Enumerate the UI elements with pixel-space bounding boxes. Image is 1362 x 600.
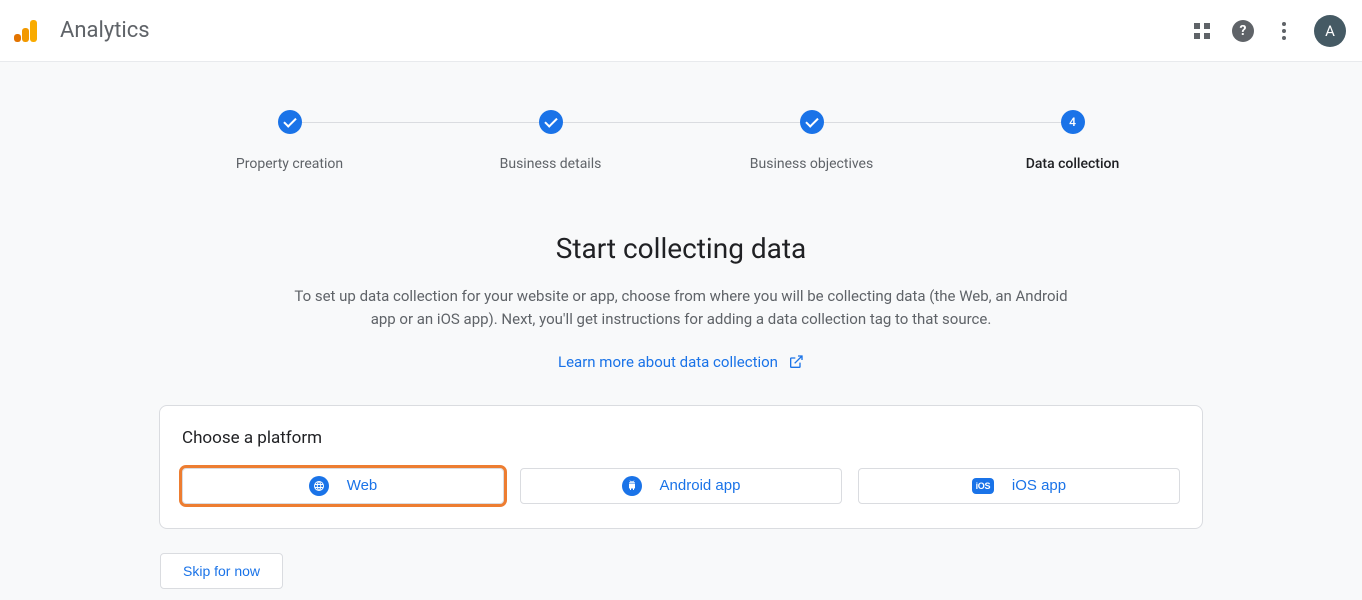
learn-more-link[interactable]: Learn more about data collection xyxy=(558,353,804,371)
platform-ios-button[interactable]: iOS iOS app xyxy=(858,468,1180,504)
app-header: Analytics ? A xyxy=(0,0,1362,62)
learn-more-label: Learn more about data collection xyxy=(558,353,778,371)
step-data-collection[interactable]: 4 Data collection xyxy=(942,110,1203,172)
platform-web-button[interactable]: Web xyxy=(182,468,504,504)
step-business-details[interactable]: Business details xyxy=(420,110,681,172)
platform-options: Web Android app iOS iOS app xyxy=(182,468,1180,504)
android-icon xyxy=(622,476,642,496)
progress-stepper: Property creation Business details Busin… xyxy=(159,110,1203,172)
platform-label: iOS app xyxy=(1012,477,1066,494)
page-description: To set up data collection for your websi… xyxy=(281,285,1081,332)
step-label: Business objectives xyxy=(750,156,873,172)
skip-button[interactable]: Skip for now xyxy=(160,553,283,589)
app-title: Analytics xyxy=(60,18,150,43)
platform-label: Android app xyxy=(660,477,741,494)
globe-icon xyxy=(309,476,329,496)
step-label: Data collection xyxy=(1026,156,1120,172)
step-label: Business details xyxy=(500,156,602,172)
card-title: Choose a platform xyxy=(182,428,1180,448)
step-number-icon: 4 xyxy=(1061,110,1085,134)
logo[interactable]: Analytics xyxy=(14,18,150,43)
check-icon xyxy=(539,110,563,134)
avatar[interactable]: A xyxy=(1314,15,1346,47)
step-label: Property creation xyxy=(236,156,343,172)
step-property-creation[interactable]: Property creation xyxy=(159,110,420,172)
page-content: Property creation Business details Busin… xyxy=(0,62,1362,589)
check-icon xyxy=(800,110,824,134)
platform-android-button[interactable]: Android app xyxy=(520,468,842,504)
platform-label: Web xyxy=(347,477,378,494)
check-icon xyxy=(278,110,302,134)
analytics-logo-icon xyxy=(14,20,38,42)
platform-card: Choose a platform Web Android app iOS iO… xyxy=(159,405,1203,529)
header-actions: ? A xyxy=(1190,15,1346,47)
step-business-objectives[interactable]: Business objectives xyxy=(681,110,942,172)
external-link-icon xyxy=(788,354,804,370)
main-section: Start collecting data To set up data col… xyxy=(159,232,1203,371)
page-title: Start collecting data xyxy=(159,232,1203,265)
help-icon[interactable]: ? xyxy=(1232,20,1254,42)
apps-grid-icon[interactable] xyxy=(1190,19,1214,43)
more-vert-icon[interactable] xyxy=(1272,16,1296,46)
ios-badge-icon: iOS xyxy=(972,478,994,494)
